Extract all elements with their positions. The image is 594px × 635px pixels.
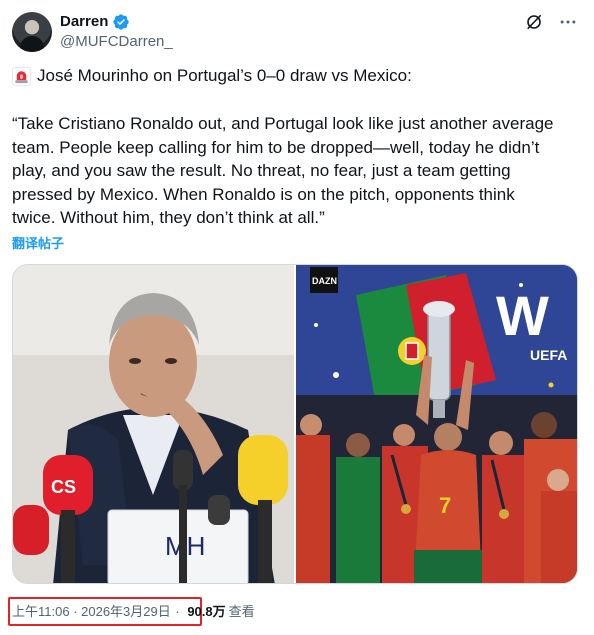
view-count-label: 查看	[228, 604, 255, 619]
author-display-name[interactable]: Darren	[60, 12, 108, 31]
microphone-label: CS	[51, 477, 76, 497]
post-time[interactable]: 上午11:06	[12, 603, 70, 620]
post-quote: “Take Cristiano Ronaldo out, and Portuga…	[12, 114, 554, 227]
view-count[interactable]: 90.8万	[187, 603, 225, 620]
more-options-icon[interactable]	[558, 12, 578, 32]
post-meta: 上午11:06 · 2026年3月29日 · 90.8万 查看	[12, 603, 255, 620]
post-date[interactable]: 2026年3月29日	[81, 603, 171, 620]
dazn-watermark: DAZN	[312, 276, 337, 286]
banner-text: UEFA	[530, 347, 567, 363]
author-display-name-row[interactable]: Darren	[60, 12, 130, 31]
celebration-photo-illustration: W UEFA DAZN 7	[296, 265, 577, 583]
meta-separator: ·	[69, 604, 82, 619]
translate-post-link[interactable]: 翻译帖子	[12, 236, 64, 252]
post-header: Darren @MUFCDarren_	[12, 12, 582, 52]
mourinho-photo-illustration: MH CS	[13, 265, 294, 583]
shirt-number: 7	[439, 493, 451, 518]
meta-separator-2: ·	[171, 604, 184, 619]
post-headline: José Mourinho on Portugal’s 0–0 draw vs …	[37, 66, 412, 86]
post-headline-row: José Mourinho on Portugal’s 0–0 draw vs …	[12, 64, 582, 88]
media-grid: MH CS W UEFA DAZN	[12, 264, 578, 584]
banner-letters: W	[496, 284, 549, 347]
verified-badge-icon	[113, 13, 130, 30]
author-handle[interactable]: @MUFCDarren_	[60, 32, 173, 52]
author-names: Darren @MUFCDarren_	[60, 12, 173, 52]
mourinho-press-conference-photo[interactable]: MH CS	[13, 265, 294, 583]
avatar[interactable]	[12, 12, 52, 52]
grok-icon[interactable]	[524, 12, 544, 32]
portugal-trophy-celebration-photo[interactable]: W UEFA DAZN 7	[296, 265, 577, 583]
post-text: José Mourinho on Portugal’s 0–0 draw vs …	[12, 64, 582, 230]
rotating-light-emoji-icon	[12, 66, 31, 86]
post-actions-top	[524, 12, 578, 32]
